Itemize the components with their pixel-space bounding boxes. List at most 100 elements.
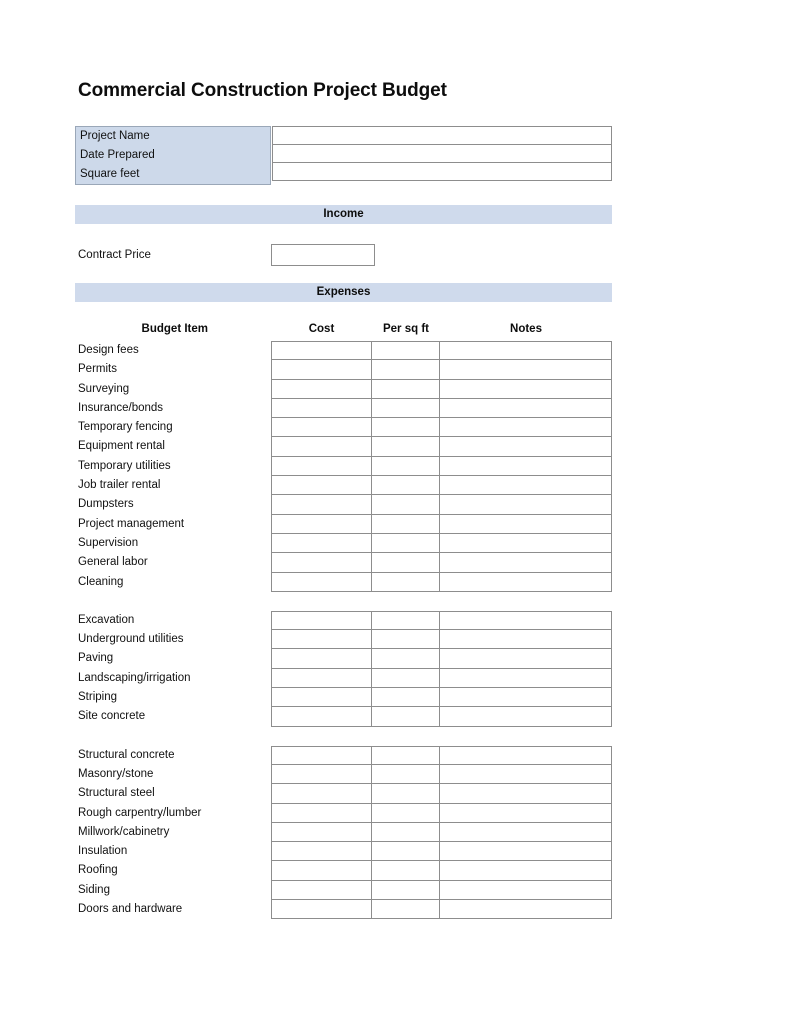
project-info-inputs bbox=[272, 126, 612, 185]
per-sq-ft-input[interactable] bbox=[371, 745, 440, 765]
notes-input[interactable] bbox=[439, 802, 612, 823]
notes-input[interactable] bbox=[439, 378, 612, 399]
cost-input[interactable] bbox=[271, 629, 372, 650]
cost-input[interactable] bbox=[271, 706, 372, 727]
notes-input[interactable] bbox=[439, 397, 612, 419]
budget-item-cells bbox=[271, 455, 612, 477]
per-sq-ft-input[interactable] bbox=[371, 667, 440, 689]
notes-input[interactable] bbox=[439, 629, 612, 650]
cost-input[interactable] bbox=[271, 841, 372, 862]
per-sq-ft-input[interactable] bbox=[371, 629, 440, 650]
budget-item-label: Temporary fencing bbox=[78, 421, 173, 434]
per-sq-ft-input[interactable] bbox=[371, 397, 440, 419]
date-prepared-input[interactable] bbox=[272, 144, 612, 163]
notes-input[interactable] bbox=[439, 879, 612, 901]
cost-input[interactable] bbox=[271, 745, 372, 765]
budget-item-cells bbox=[271, 378, 612, 399]
per-sq-ft-input[interactable] bbox=[371, 571, 440, 592]
per-sq-ft-input[interactable] bbox=[371, 341, 440, 361]
per-sq-ft-input[interactable] bbox=[371, 648, 440, 669]
budget-item-cells bbox=[271, 397, 612, 419]
per-sq-ft-input[interactable] bbox=[371, 841, 440, 862]
notes-input[interactable] bbox=[439, 571, 612, 592]
notes-input[interactable] bbox=[439, 552, 612, 573]
cost-input[interactable] bbox=[271, 417, 372, 438]
notes-input[interactable] bbox=[439, 687, 612, 708]
notes-input[interactable] bbox=[439, 745, 612, 765]
notes-input[interactable] bbox=[439, 899, 612, 920]
cost-input[interactable] bbox=[271, 821, 372, 843]
per-sq-ft-input[interactable] bbox=[371, 436, 440, 457]
notes-input[interactable] bbox=[439, 841, 612, 862]
cost-input[interactable] bbox=[271, 341, 372, 361]
cost-input[interactable] bbox=[271, 436, 372, 457]
expense-group-rows: Design fees Permits Surveying Insurance/bon… bbox=[75, 341, 612, 592]
cost-input[interactable] bbox=[271, 802, 372, 823]
cost-input[interactable] bbox=[271, 667, 372, 689]
project-name-input[interactable] bbox=[272, 126, 612, 145]
notes-input[interactable] bbox=[439, 763, 612, 785]
notes-input[interactable] bbox=[439, 475, 612, 496]
per-sq-ft-input[interactable] bbox=[371, 706, 440, 727]
cost-input[interactable] bbox=[271, 860, 372, 881]
per-sq-ft-input[interactable] bbox=[371, 802, 440, 823]
cost-input[interactable] bbox=[271, 359, 372, 380]
cost-input[interactable] bbox=[271, 552, 372, 573]
notes-input[interactable] bbox=[439, 341, 612, 361]
notes-input[interactable] bbox=[439, 359, 612, 380]
notes-input[interactable] bbox=[439, 783, 612, 804]
notes-input[interactable] bbox=[439, 436, 612, 457]
cost-input[interactable] bbox=[271, 610, 372, 631]
per-sq-ft-input[interactable] bbox=[371, 513, 440, 534]
notes-input[interactable] bbox=[439, 610, 612, 631]
square-feet-input[interactable] bbox=[272, 162, 612, 181]
cost-input[interactable] bbox=[271, 378, 372, 399]
cost-input[interactable] bbox=[271, 687, 372, 708]
per-sq-ft-input[interactable] bbox=[371, 417, 440, 438]
per-sq-ft-input[interactable] bbox=[371, 879, 440, 901]
per-sq-ft-input[interactable] bbox=[371, 359, 440, 380]
budget-item-cells bbox=[271, 648, 612, 669]
notes-input[interactable] bbox=[439, 494, 612, 515]
notes-input[interactable] bbox=[439, 417, 612, 438]
cost-input[interactable] bbox=[271, 879, 372, 901]
per-sq-ft-input[interactable] bbox=[371, 860, 440, 881]
per-sq-ft-input[interactable] bbox=[371, 532, 440, 554]
cost-input[interactable] bbox=[271, 763, 372, 785]
per-sq-ft-input[interactable] bbox=[371, 378, 440, 399]
per-sq-ft-input[interactable] bbox=[371, 552, 440, 573]
cost-input[interactable] bbox=[271, 899, 372, 920]
expenses-groups: Design fees Permits Surveying Insurance/bon… bbox=[75, 341, 612, 920]
cost-input[interactable] bbox=[271, 532, 372, 554]
cost-input[interactable] bbox=[271, 455, 372, 477]
notes-input[interactable] bbox=[439, 648, 612, 669]
table-row: Insulation bbox=[75, 841, 612, 862]
notes-input[interactable] bbox=[439, 667, 612, 689]
notes-input[interactable] bbox=[439, 455, 612, 477]
budget-item-label: Insulation bbox=[78, 845, 128, 858]
cost-input[interactable] bbox=[271, 475, 372, 496]
cost-input[interactable] bbox=[271, 494, 372, 515]
contract-price-input[interactable] bbox=[271, 244, 375, 266]
cost-input[interactable] bbox=[271, 571, 372, 592]
notes-input[interactable] bbox=[439, 532, 612, 554]
budget-item-cells bbox=[271, 571, 612, 592]
notes-input[interactable] bbox=[439, 513, 612, 534]
cost-input[interactable] bbox=[271, 397, 372, 419]
per-sq-ft-input[interactable] bbox=[371, 783, 440, 804]
notes-input[interactable] bbox=[439, 706, 612, 727]
per-sq-ft-input[interactable] bbox=[371, 763, 440, 785]
per-sq-ft-input[interactable] bbox=[371, 494, 440, 515]
notes-input[interactable] bbox=[439, 860, 612, 881]
budget-item-cells bbox=[271, 745, 612, 765]
per-sq-ft-input[interactable] bbox=[371, 455, 440, 477]
per-sq-ft-input[interactable] bbox=[371, 821, 440, 843]
per-sq-ft-input[interactable] bbox=[371, 610, 440, 631]
per-sq-ft-input[interactable] bbox=[371, 687, 440, 708]
notes-input[interactable] bbox=[439, 821, 612, 843]
cost-input[interactable] bbox=[271, 648, 372, 669]
cost-input[interactable] bbox=[271, 783, 372, 804]
per-sq-ft-input[interactable] bbox=[371, 475, 440, 496]
per-sq-ft-input[interactable] bbox=[371, 899, 440, 920]
cost-input[interactable] bbox=[271, 513, 372, 534]
